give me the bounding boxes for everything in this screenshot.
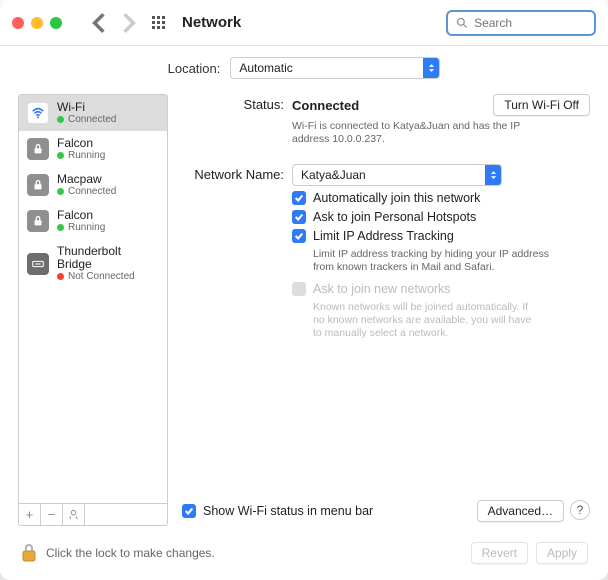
help-button[interactable]: ?	[570, 500, 590, 520]
sidebar-footer: + −	[19, 503, 167, 525]
service-actions-button[interactable]	[63, 504, 85, 525]
service-item-falcon-2[interactable]: Falcon Running	[19, 203, 167, 239]
service-name: Macpaw	[57, 173, 116, 186]
service-item-falcon[interactable]: Falcon Running	[19, 131, 167, 167]
service-name: Wi-Fi	[57, 101, 116, 114]
limit-ip-desc: Limit IP address tracking by hiding your…	[313, 248, 553, 274]
service-item-macpaw[interactable]: Macpaw Connected	[19, 167, 167, 203]
remove-service-button[interactable]: −	[41, 504, 63, 525]
network-name-label: Network Name:	[182, 164, 292, 182]
auto-join-label: Automatically join this network	[313, 191, 480, 205]
back-button[interactable]	[88, 12, 110, 34]
service-name: Falcon	[57, 137, 105, 150]
minimize-button[interactable]	[31, 17, 43, 29]
location-label: Location:	[168, 61, 221, 76]
ask-new-label: Ask to join new networks	[313, 282, 451, 296]
service-status: Not Connected	[68, 271, 135, 282]
wifi-icon	[27, 102, 49, 124]
location-select[interactable]: Automatic	[230, 57, 440, 79]
network-prefs-window: Network Location: Automatic	[0, 0, 608, 580]
zoom-button[interactable]	[50, 17, 62, 29]
forward-button[interactable]	[118, 12, 140, 34]
titlebar: Network	[0, 0, 608, 46]
limit-ip-checkbox[interactable]	[292, 229, 306, 243]
status-dot	[57, 224, 64, 231]
window-title: Network	[182, 14, 241, 31]
ask-hotspot-label: Ask to join Personal Hotspots	[313, 210, 476, 224]
wifi-toggle-button[interactable]: Turn Wi-Fi Off	[493, 94, 590, 116]
ask-new-desc: Known networks will be joined automatica…	[313, 301, 533, 340]
window-controls	[12, 17, 62, 29]
lock-icon	[27, 138, 49, 160]
search-field[interactable]	[446, 10, 596, 36]
status-dot	[57, 188, 64, 195]
location-row: Location: Automatic	[0, 46, 608, 90]
lock-icon	[27, 210, 49, 232]
updown-icon	[423, 58, 439, 78]
service-status: Connected	[68, 186, 116, 197]
status-description: Wi-Fi is connected to Katya&Juan and has…	[292, 120, 532, 146]
network-name-select[interactable]: Katya&Juan	[292, 164, 502, 186]
show-menu-label: Show Wi-Fi status in menu bar	[203, 504, 373, 518]
advanced-button[interactable]: Advanced…	[477, 500, 564, 522]
revert-button[interactable]: Revert	[471, 542, 528, 564]
location-value: Automatic	[239, 61, 292, 75]
status-dot	[57, 273, 64, 280]
service-item-thunderbolt[interactable]: Thunderbolt Bridge Not Connected	[19, 239, 167, 288]
status-dot	[57, 116, 64, 123]
lock-icon[interactable]	[20, 543, 38, 563]
add-service-button[interactable]: +	[19, 504, 41, 525]
service-name: Falcon	[57, 209, 105, 222]
lock-text: Click the lock to make changes.	[46, 546, 215, 560]
service-sidebar: Wi-Fi Connected Falcon Running	[18, 94, 168, 526]
detail-pane: Status: Connected Turn Wi-Fi Off Wi-Fi i…	[182, 94, 590, 526]
status-value: Connected	[292, 98, 359, 113]
status-label: Status:	[182, 94, 292, 112]
close-button[interactable]	[12, 17, 24, 29]
service-status: Connected	[68, 114, 116, 125]
show-menu-checkbox[interactable]	[182, 504, 196, 518]
service-status: Running	[68, 222, 105, 233]
window-footer: Click the lock to make changes. Revert A…	[0, 536, 608, 580]
show-all-button[interactable]	[148, 12, 170, 34]
service-list: Wi-Fi Connected Falcon Running	[19, 95, 167, 503]
apply-button[interactable]: Apply	[536, 542, 588, 564]
ask-hotspot-checkbox[interactable]	[292, 210, 306, 224]
search-input[interactable]	[474, 16, 586, 30]
service-status: Running	[68, 150, 105, 161]
thunderbolt-icon	[27, 253, 49, 275]
limit-ip-label: Limit IP Address Tracking	[313, 229, 454, 243]
lock-icon	[27, 174, 49, 196]
ask-new-checkbox[interactable]	[292, 282, 306, 296]
auto-join-checkbox[interactable]	[292, 191, 306, 205]
search-icon	[456, 16, 468, 30]
service-item-wifi[interactable]: Wi-Fi Connected	[19, 95, 167, 131]
service-name: Thunderbolt Bridge	[57, 245, 159, 271]
status-dot	[57, 152, 64, 159]
network-name-value: Katya&Juan	[301, 168, 366, 182]
updown-icon	[485, 165, 501, 185]
